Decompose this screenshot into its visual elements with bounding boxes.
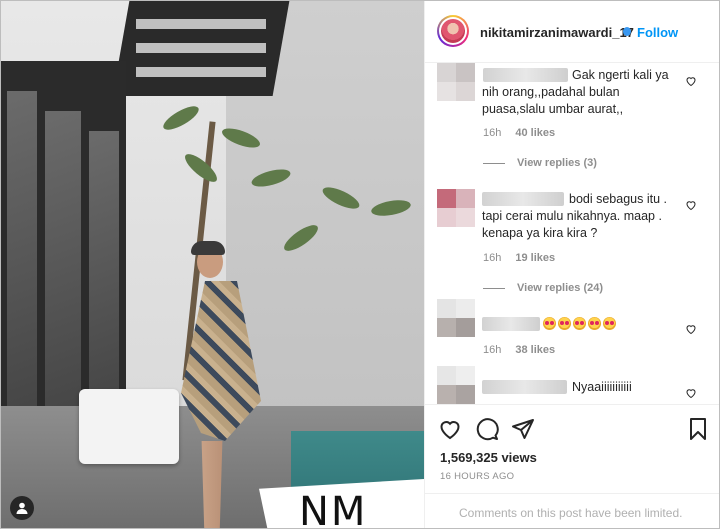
view-replies-label: View replies (3) (517, 157, 597, 169)
comment-like-icon[interactable] (685, 387, 697, 399)
comment-likes[interactable]: 19 likes (515, 252, 555, 264)
photo-ceiling-slat (136, 67, 266, 77)
share-icon[interactable] (511, 417, 535, 441)
comments-limited-text: Comments on this post have been limited. (459, 506, 683, 520)
view-replies-button[interactable]: View replies (24) (483, 282, 603, 294)
photo-ceiling-slat (136, 19, 266, 29)
comments-limited-bar: Comments on this post have been limited. (425, 493, 719, 528)
comment-meta: 16h 40 likes (483, 127, 555, 139)
heart-eyes-emoji-icon (573, 317, 586, 330)
comment-time: 16h (483, 252, 502, 264)
comment-likes[interactable]: 38 likes (515, 344, 555, 356)
comment-like-icon[interactable] (685, 199, 697, 211)
profile-avatar[interactable] (437, 15, 469, 47)
view-count[interactable]: 1,569,325 views (440, 450, 537, 465)
comment-like-icon[interactable] (685, 323, 697, 335)
comment-text: Gak ngerti kali ya nih orang,,padahal bu… (482, 68, 669, 116)
emoji-row (543, 315, 618, 333)
post-photo[interactable]: NM (1, 1, 424, 528)
comment-text: bodi sebagus itu . tapi cerai mulu nikah… (482, 192, 667, 240)
photo-ceiling-slat (136, 43, 266, 53)
blurred-username (482, 380, 567, 394)
view-replies-button[interactable]: View replies (3) (483, 157, 597, 169)
comment-avatar[interactable] (437, 366, 475, 404)
comment-meta: 16h 19 likes (483, 252, 555, 264)
comments-list[interactable]: Gak ngerti kali ya nih orang,,padahal bu… (425, 63, 719, 404)
user-tag-icon[interactable] (10, 496, 34, 520)
post-username[interactable]: nikitamirzanimawardi_17 (480, 25, 634, 40)
photo-person-hat (191, 241, 225, 255)
comment-time: 16h (483, 344, 502, 356)
post-actions: 1,569,325 views 16 HOURS AGO Comments on… (425, 404, 719, 528)
view-replies-label: View replies (24) (517, 282, 604, 294)
heart-eyes-emoji-icon (603, 317, 616, 330)
post-header: nikitamirzanimawardi_17 Follow (425, 1, 719, 63)
comment-avatar[interactable] (437, 299, 475, 337)
comment-time: 16h (483, 127, 502, 139)
comment-meta: 16h 38 likes (483, 344, 555, 356)
heart-eyes-emoji-icon (558, 317, 571, 330)
instagram-post-window: NM nikitamirzanimawardi_17 Follow Gak ng… (0, 0, 720, 529)
bookmark-icon[interactable] (686, 417, 710, 441)
comment-like-icon[interactable] (685, 75, 697, 87)
comment-likes[interactable]: 40 likes (515, 127, 555, 139)
heart-eyes-emoji-icon (543, 317, 556, 330)
follow-button[interactable]: Follow (637, 25, 678, 40)
verified-badge-icon (623, 27, 631, 36)
comment-avatar[interactable] (437, 189, 475, 227)
post-side-panel: nikitamirzanimawardi_17 Follow Gak ngert… (424, 1, 719, 528)
blurred-username (482, 317, 540, 331)
comment-icon[interactable] (475, 417, 499, 441)
comment-text: Nyaaiiiiiiiiiii (572, 380, 632, 394)
post-age: 16 HOURS AGO (440, 471, 515, 482)
heart-icon[interactable] (438, 417, 462, 441)
photo-ottoman (79, 389, 179, 464)
watermark-text: NM (299, 489, 368, 528)
heart-eyes-emoji-icon (588, 317, 601, 330)
comment-avatar[interactable] (437, 63, 475, 101)
